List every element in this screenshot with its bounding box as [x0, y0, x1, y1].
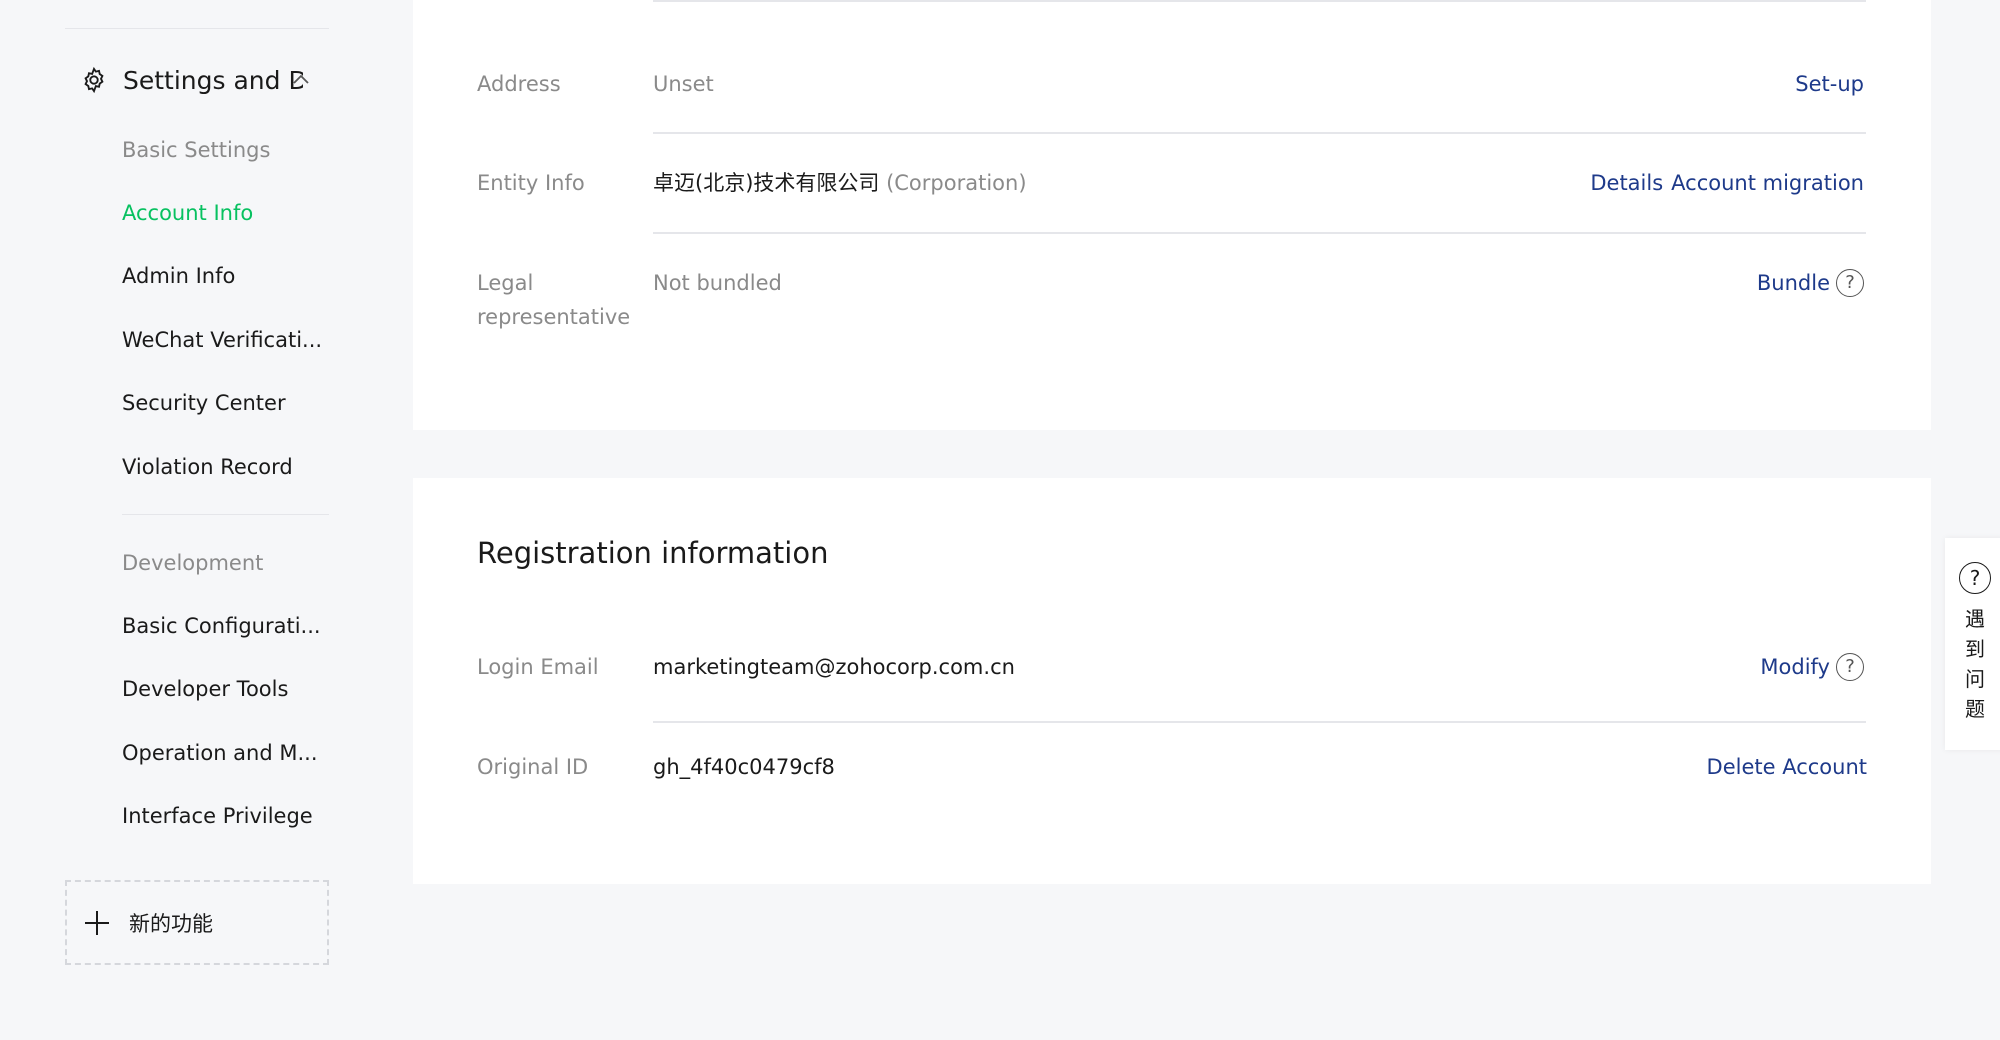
gear-icon [79, 65, 109, 95]
account-migration-link[interactable]: Account migration [1671, 166, 1864, 200]
row-divider [653, 132, 1866, 134]
help-float-label: 遇到问题 [1965, 607, 1985, 721]
details-link[interactable]: Details [1590, 166, 1663, 200]
setup-link[interactable]: Set-up [1795, 67, 1864, 101]
row-divider [653, 232, 1866, 234]
modify-link[interactable]: Modify [1760, 650, 1830, 684]
chevron-up-icon[interactable] [289, 68, 313, 92]
legal-label-line1: Legal [477, 271, 534, 295]
question-icon: ? [1959, 562, 1991, 594]
original-id-label: Original ID [477, 755, 589, 779]
sidebar-item-admin-info[interactable]: Admin Info [122, 264, 327, 288]
help-icon[interactable]: ? [1836, 653, 1864, 681]
legal-representative-label: Legal representative [477, 266, 630, 334]
address-label: Address [477, 72, 561, 96]
entity-name: 卓迈(北京)技术有限公司 [653, 171, 880, 195]
sidebar-item-security-center[interactable]: Security Center [122, 391, 327, 415]
new-feature-label: 新的功能 [129, 911, 213, 936]
login-email-actions: Modify ? [1760, 650, 1864, 684]
sidebar-item-developer-tools[interactable]: Developer Tools [122, 677, 327, 701]
account-info-card: Address Unset Set-up Entity Info 卓迈(北京)技… [413, 0, 1931, 430]
row-divider [653, 0, 1866, 2]
address-value: Unset [653, 72, 714, 96]
bundle-link[interactable]: Bundle [1757, 266, 1830, 300]
sidebar-section-settings[interactable]: Settings and D [65, 56, 329, 104]
entity-info-label: Entity Info [477, 171, 585, 195]
sidebar-group-development: Development [122, 551, 264, 575]
legal-label-line2: representative [477, 305, 631, 329]
row-divider [653, 721, 1866, 723]
entity-info-actions: Details Account migration [1590, 166, 1864, 200]
plus-icon [83, 909, 111, 937]
sidebar-item-interface-privilege[interactable]: Interface Privilege [122, 804, 327, 828]
legal-representative-actions: Bundle ? [1757, 266, 1864, 300]
sidebar-item-violation-record[interactable]: Violation Record [122, 455, 327, 479]
new-feature-button[interactable]: 新的功能 [65, 880, 329, 965]
registration-title: Registration information [477, 536, 829, 570]
login-email-label: Login Email [477, 655, 599, 679]
legal-representative-value: Not bundled [653, 271, 782, 295]
sidebar: Settings and D Basic Settings Account In… [0, 0, 380, 1040]
login-email-value: marketingteam@zohocorp.com.cn [653, 655, 1015, 679]
original-id-value: gh_4f40c0479cf8 [653, 755, 835, 779]
address-actions: Set-up [1795, 67, 1864, 101]
help-float-button[interactable]: ? 遇到问题 [1945, 538, 2000, 750]
original-id-actions: Delete Account [1707, 750, 1867, 784]
entity-info-value: 卓迈(北京)技术有限公司 (Corporation) [653, 166, 1027, 200]
entity-type: (Corporation) [886, 171, 1027, 195]
sidebar-item-operation-maintenance[interactable]: Operation and M... [122, 741, 327, 765]
delete-account-link[interactable]: Delete Account [1707, 750, 1867, 784]
sidebar-item-account-info[interactable]: Account Info [122, 201, 327, 225]
sidebar-section-title: Settings and D [123, 65, 303, 95]
sidebar-item-wechat-verification[interactable]: WeChat Verificati... [122, 328, 327, 352]
sidebar-divider-top [65, 28, 329, 29]
sidebar-group-basic-settings: Basic Settings [122, 138, 271, 162]
registration-info-card: Registration information Login Email mar… [413, 478, 1931, 884]
help-icon[interactable]: ? [1836, 269, 1864, 297]
sidebar-divider [122, 514, 329, 515]
sidebar-item-basic-configuration[interactable]: Basic Configurati... [122, 614, 327, 638]
